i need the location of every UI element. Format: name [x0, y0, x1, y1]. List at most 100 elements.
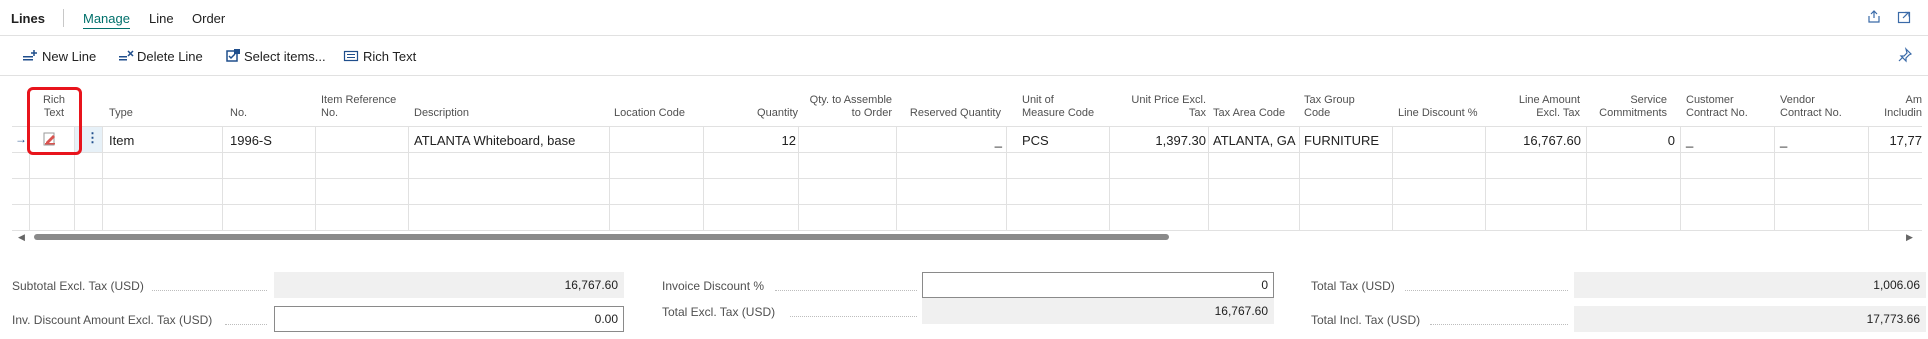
- col-item-ref-line1: Item Reference: [321, 94, 397, 106]
- col-vendor-line1: Vendor: [1780, 94, 1815, 106]
- cell-unit-price[interactable]: 1,397.30: [1109, 133, 1206, 148]
- total-excl-tax-label: Total Excl. Tax (USD): [662, 305, 776, 319]
- grid-line: [12, 152, 1922, 153]
- col-amount-incl-line2: Includin: [1884, 107, 1922, 119]
- leader-dots: [152, 290, 267, 291]
- col-line-amount-line1: Line Amount: [1518, 94, 1580, 106]
- col-tax-group[interactable]: Tax Group Code: [1304, 86, 1394, 126]
- cell-type[interactable]: Item: [109, 133, 134, 148]
- cell-customer-contract[interactable]: _: [1686, 133, 1693, 148]
- grid-col-line: [1299, 126, 1300, 230]
- col-unit-price[interactable]: Unit Price Excl. Tax: [1112, 86, 1206, 126]
- horizontal-scrollbar[interactable]: ◀ ▶: [12, 231, 1922, 243]
- invoice-discount-pct-label: Invoice Discount %: [662, 279, 765, 293]
- grid-col-line: [609, 126, 610, 230]
- col-location-code[interactable]: Location Code: [614, 86, 709, 126]
- col-uom-line2: Measure Code: [1022, 107, 1095, 119]
- col-customer-line2: Contract No.: [1686, 107, 1748, 119]
- col-unit-price-line1: Unit Price Excl.: [1131, 94, 1206, 106]
- col-vendor-contract[interactable]: Vendor Contract No.: [1780, 86, 1870, 126]
- delete-line-icon: [119, 50, 134, 61]
- col-tax-area[interactable]: Tax Area Code: [1213, 86, 1301, 126]
- leader-dots: [225, 324, 267, 325]
- action-bar: New Line Delete Line Select items... Ric…: [0, 36, 1928, 76]
- cell-uom[interactable]: PCS: [1022, 133, 1049, 148]
- grid-col-line: [102, 126, 103, 230]
- grid-line: [12, 204, 1922, 205]
- col-tax-group-line2: Code: [1304, 107, 1331, 119]
- share-icon[interactable]: [1866, 9, 1882, 25]
- rich-text-label: Rich Text: [363, 49, 417, 64]
- col-qty-assemble-line1: Qty. to Assemble: [809, 94, 892, 106]
- grid-col-line: [222, 126, 223, 230]
- scroll-right-icon[interactable]: ▶: [1906, 232, 1913, 243]
- cell-tax-group[interactable]: FURNITURE: [1304, 133, 1379, 148]
- grid-col-line: [1680, 126, 1681, 230]
- col-vendor-line2: Contract No.: [1780, 107, 1842, 119]
- col-line-amount-line2: Excl. Tax: [1536, 107, 1580, 119]
- tab-manage[interactable]: Manage: [83, 11, 130, 29]
- col-item-reference[interactable]: Item Reference No.: [321, 86, 413, 126]
- scroll-left-icon[interactable]: ◀: [18, 232, 25, 243]
- col-amount-incl[interactable]: Am Includin: [1874, 86, 1922, 126]
- cell-vendor-contract[interactable]: _: [1780, 133, 1787, 148]
- col-uom-line1: Unit of: [1022, 94, 1054, 106]
- col-quantity[interactable]: Quantity: [710, 86, 798, 126]
- total-incl-tax-label: Total Incl. Tax (USD): [1311, 313, 1421, 327]
- total-tax-label: Total Tax (USD): [1311, 279, 1395, 293]
- invoice-discount-pct-input[interactable]: 0: [922, 272, 1274, 298]
- col-item-ref-line2: No.: [321, 107, 339, 119]
- tab-order[interactable]: Order: [192, 11, 225, 26]
- col-service-line1: Service: [1630, 94, 1667, 106]
- subtotal-label: Subtotal Excl. Tax (USD): [12, 279, 144, 293]
- col-qty-assemble-line2: to Order: [851, 107, 892, 119]
- leader-dots: [1405, 290, 1568, 291]
- grid-col-line: [1774, 126, 1775, 230]
- col-line-discount[interactable]: Line Discount %: [1398, 86, 1490, 126]
- col-tax-group-line1: Tax Group: [1304, 94, 1355, 106]
- grid-col-line: [315, 126, 316, 230]
- total-excl-tax-value: 16,767.60: [922, 298, 1274, 324]
- grid-col-line: [1208, 126, 1209, 230]
- col-reserved-quantity[interactable]: Reserved Quantity: [902, 86, 1001, 126]
- rich-text-column-highlight: [27, 87, 82, 155]
- cell-line-amount[interactable]: 16,767.60: [1485, 133, 1581, 148]
- col-service-commitments[interactable]: Service Commitments: [1582, 86, 1667, 126]
- pin-icon[interactable]: [1897, 47, 1913, 64]
- new-line-icon: [23, 50, 37, 61]
- inv-discount-amount-input[interactable]: 0.00: [274, 306, 624, 332]
- col-qty-assemble[interactable]: Qty. to Assemble to Order: [802, 86, 892, 126]
- popout-icon[interactable]: [1896, 9, 1912, 25]
- cell-tax-area[interactable]: ATLANTA, GA: [1213, 133, 1296, 148]
- cell-reserved[interactable]: _: [896, 133, 1002, 148]
- col-no[interactable]: No.: [230, 86, 320, 126]
- col-line-amount[interactable]: Line Amount Excl. Tax: [1490, 86, 1580, 126]
- grid-col-line: [1006, 126, 1007, 230]
- cell-amount-incl[interactable]: 17,77: [1868, 133, 1922, 148]
- cell-quantity[interactable]: 12: [703, 133, 796, 148]
- col-amount-incl-line1: Am: [1905, 94, 1923, 106]
- new-line-label: New Line: [42, 49, 97, 64]
- col-type[interactable]: Type: [109, 86, 199, 126]
- header-divider: [63, 9, 64, 27]
- select-items-icon: [226, 49, 240, 62]
- col-description[interactable]: Description: [414, 86, 614, 126]
- grid-col-line: [408, 126, 409, 230]
- cell-description[interactable]: ATLANTA Whiteboard, base: [414, 133, 575, 148]
- grid-col-line: [1392, 126, 1393, 230]
- cell-service[interactable]: 0: [1586, 133, 1675, 148]
- row-selected-arrow-icon: →: [15, 132, 27, 146]
- col-uom[interactable]: Unit of Measure Code: [1022, 86, 1112, 126]
- col-customer-contract[interactable]: Customer Contract No.: [1686, 86, 1776, 126]
- grid-line: [12, 178, 1922, 179]
- select-items-label: Select items...: [244, 49, 326, 64]
- inv-discount-amount-label: Inv. Discount Amount Excl. Tax (USD): [12, 313, 213, 327]
- more-options-icon: ⋮: [86, 130, 99, 145]
- cell-no[interactable]: 1996-S: [230, 133, 272, 148]
- col-service-line2: Commitments: [1599, 107, 1667, 119]
- delete-line-label: Delete Line: [137, 49, 203, 64]
- scrollbar-thumb[interactable]: [34, 234, 1169, 240]
- tab-line[interactable]: Line: [149, 11, 174, 26]
- grid-line: [12, 126, 1922, 127]
- subtotal-value: 16,767.60: [274, 272, 624, 298]
